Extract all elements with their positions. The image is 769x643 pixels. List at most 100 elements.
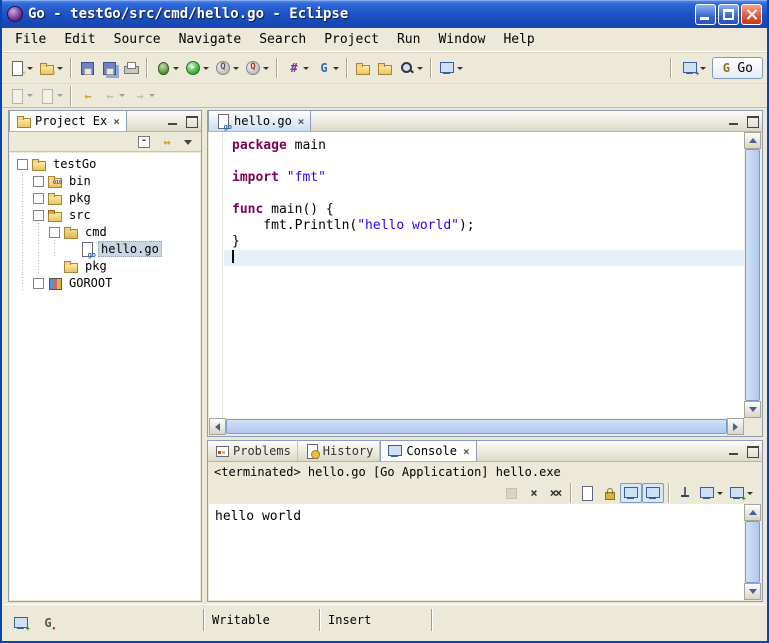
- editor-tab-hello-go[interactable]: go hello.go: [208, 110, 311, 131]
- tree-item-hello-go[interactable]: gohello.go: [10, 240, 200, 257]
- scroll-right-icon[interactable]: [727, 418, 744, 435]
- last-edit-location-button[interactable]: ←: [76, 84, 98, 108]
- tree-item-pkg[interactable]: pkg: [10, 257, 200, 274]
- maximize-view-button[interactable]: [744, 114, 760, 128]
- scroll-left-icon[interactable]: [209, 418, 226, 435]
- dropdown-arrow-icon[interactable]: [173, 67, 179, 70]
- tree-item-testgo[interactable]: -testGo: [10, 155, 200, 172]
- fast-view-button[interactable]: +: [10, 611, 32, 635]
- tree-item-goroot[interactable]: +GOROOT: [10, 274, 200, 291]
- code-area[interactable]: package mainimport "fmt"func main() { fm…: [224, 132, 744, 418]
- close-view-icon[interactable]: [113, 114, 120, 128]
- open-folder-button[interactable]: [352, 56, 374, 80]
- menu-edit[interactable]: Edit: [55, 30, 104, 49]
- run-button[interactable]: ▶: [182, 56, 212, 80]
- vertical-scrollbar[interactable]: [744, 504, 761, 600]
- tree-item-src[interactable]: -src: [10, 206, 200, 223]
- console-output[interactable]: hello world: [209, 504, 744, 600]
- tab-problems[interactable]: Problems: [208, 440, 298, 461]
- remove-all-launches-button[interactable]: ××: [544, 483, 566, 503]
- scroll-up-icon[interactable]: [744, 132, 761, 149]
- menu-run[interactable]: Run: [388, 30, 429, 49]
- open-task-button[interactable]: [436, 56, 466, 80]
- save-all-button[interactable]: [98, 56, 120, 80]
- dropdown-arrow-icon[interactable]: [457, 67, 463, 70]
- menu-window[interactable]: Window: [429, 30, 494, 49]
- dropdown-arrow-icon[interactable]: [119, 94, 125, 97]
- pin-console-button[interactable]: [674, 483, 696, 503]
- tree-expander-icon[interactable]: -: [14, 155, 30, 172]
- scrollbar-thumb[interactable]: [745, 521, 760, 583]
- print-button[interactable]: [120, 56, 142, 80]
- show-stderr-button[interactable]: [642, 483, 664, 503]
- scroll-up-icon[interactable]: [744, 504, 761, 521]
- new-go-package-button[interactable]: #: [282, 56, 312, 80]
- dropdown-arrow-icon[interactable]: [747, 492, 753, 495]
- dropdown-arrow-icon[interactable]: [700, 67, 706, 70]
- external-tools-button[interactable]: Q: [242, 56, 272, 80]
- maximize-view-button[interactable]: [744, 444, 760, 458]
- scroll-down-icon[interactable]: [744, 401, 761, 418]
- menu-navigate[interactable]: Navigate: [170, 30, 251, 49]
- dropdown-arrow-icon[interactable]: [27, 94, 33, 97]
- tree-item-pkg[interactable]: +pkg: [10, 189, 200, 206]
- clear-console-button[interactable]: [576, 483, 598, 503]
- view-menu-button[interactable]: [177, 133, 199, 151]
- menu-file[interactable]: File: [6, 30, 55, 49]
- tree-item-bin[interactable]: +010bin: [10, 172, 200, 189]
- minimize-button[interactable]: [695, 4, 716, 25]
- tree-expander-icon[interactable]: +: [30, 274, 46, 291]
- dropdown-arrow-icon[interactable]: [203, 67, 209, 70]
- tree-expander-icon[interactable]: +: [30, 189, 46, 206]
- dropdown-arrow-icon[interactable]: [303, 67, 309, 70]
- dropdown-arrow-icon[interactable]: [27, 67, 33, 70]
- dropdown-arrow-icon[interactable]: [149, 94, 155, 97]
- maximize-view-button[interactable]: [183, 114, 199, 128]
- debug-button[interactable]: [152, 56, 182, 80]
- dropdown-arrow-icon[interactable]: [333, 67, 339, 70]
- new-button[interactable]: *: [6, 56, 36, 80]
- titlebar[interactable]: Go - testGo/src/cmd/hello.go - Eclipse: [2, 0, 767, 28]
- dropdown-arrow-icon[interactable]: [717, 492, 723, 495]
- dropdown-arrow-icon[interactable]: [57, 94, 63, 97]
- maximize-button[interactable]: [718, 4, 739, 25]
- open-perspective-button[interactable]: +: [679, 56, 709, 80]
- tree-expander-icon[interactable]: +: [30, 172, 46, 189]
- remove-launch-button[interactable]: ×: [522, 483, 544, 503]
- tree-expander-icon[interactable]: -: [46, 223, 62, 240]
- scrollbar-thumb[interactable]: [745, 149, 760, 401]
- scroll-lock-button[interactable]: [598, 483, 620, 503]
- menu-search[interactable]: Search: [250, 30, 315, 49]
- menu-project[interactable]: Project: [315, 30, 388, 49]
- menu-help[interactable]: Help: [494, 30, 543, 49]
- horizontal-scrollbar[interactable]: [209, 418, 744, 435]
- link-with-editor-button[interactable]: ↔: [155, 133, 177, 151]
- dropdown-arrow-icon[interactable]: [57, 67, 63, 70]
- collapse-all-button[interactable]: -: [133, 133, 155, 151]
- new-go-file-button[interactable]: G: [312, 56, 342, 80]
- menu-source[interactable]: Source: [105, 30, 170, 49]
- open-console-button[interactable]: +: [726, 483, 756, 503]
- launch-shortcut-button[interactable]: G•: [36, 611, 58, 635]
- scroll-down-icon[interactable]: [744, 583, 761, 600]
- minimize-view-button[interactable]: [726, 444, 742, 458]
- tab-console[interactable]: Console: [380, 440, 476, 461]
- close-view-icon[interactable]: [463, 444, 470, 458]
- search-button[interactable]: [396, 56, 426, 80]
- scrollbar-thumb[interactable]: [226, 419, 727, 434]
- import-button[interactable]: [374, 56, 396, 80]
- perspective-go-button[interactable]: G Go: [712, 57, 763, 79]
- minimize-view-button[interactable]: [726, 114, 742, 128]
- new-go-project-button[interactable]: *: [36, 56, 66, 80]
- project-explorer-tab[interactable]: Project Ex: [9, 110, 127, 131]
- vertical-scrollbar[interactable]: [744, 132, 761, 418]
- close-editor-icon[interactable]: [298, 114, 305, 128]
- dropdown-arrow-icon[interactable]: [263, 67, 269, 70]
- show-stdout-button[interactable]: [620, 483, 642, 503]
- save-button[interactable]: [76, 56, 98, 80]
- dropdown-arrow-icon[interactable]: [233, 67, 239, 70]
- run-last-tool-button[interactable]: Q: [212, 56, 242, 80]
- tree-item-cmd[interactable]: -cmd: [10, 223, 200, 240]
- tab-history[interactable]: History: [298, 440, 381, 461]
- tree-expander-icon[interactable]: -: [30, 206, 46, 223]
